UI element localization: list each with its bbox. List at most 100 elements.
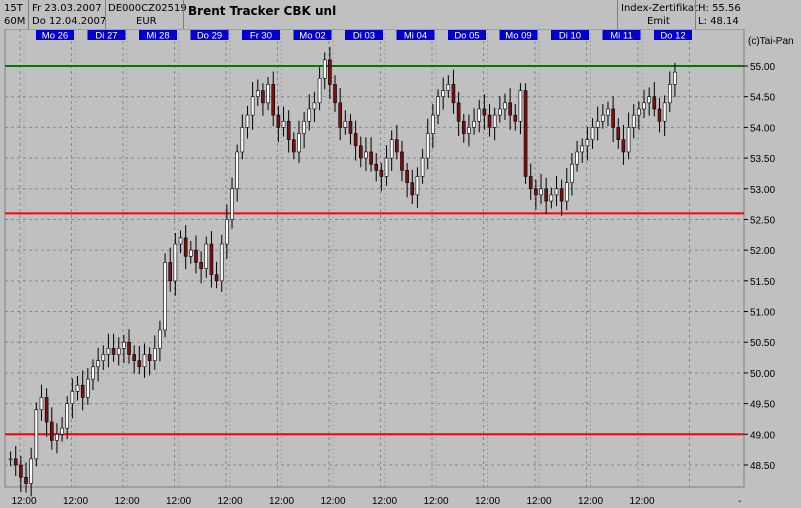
candle-body — [147, 354, 152, 361]
candle-body — [240, 127, 245, 153]
day-label: Mo 26 — [36, 30, 74, 42]
candle-body — [498, 108, 502, 116]
day-label: Mi 28 — [139, 30, 177, 42]
candle-body — [39, 397, 44, 411]
day-label: Mo 09 — [499, 30, 538, 42]
candle-body — [575, 151, 579, 165]
candle-body — [75, 384, 80, 392]
day-label-text: Di 03 — [353, 31, 375, 42]
candle-body — [353, 133, 358, 147]
candle-body — [307, 108, 312, 122]
x-tick-label: 12:00 — [269, 496, 294, 507]
candle-body — [255, 90, 260, 97]
day-label: Do 29 — [190, 30, 229, 42]
high-value: H: 55.56 — [698, 3, 741, 14]
candle-body — [276, 114, 281, 128]
y-tick-label: 53.50 — [750, 154, 775, 165]
candle-body — [297, 133, 301, 153]
candle-body — [24, 476, 28, 484]
candle-body — [34, 409, 39, 460]
candle-body — [482, 108, 487, 116]
day-label: Mo 02 — [293, 30, 332, 42]
instrument-title: Brent Tracker CBK unl — [188, 4, 337, 18]
day-label-text: Do 05 — [454, 31, 479, 42]
x-axis-end-dash: - — [738, 496, 741, 507]
day-label-text: Mi 11 — [610, 31, 633, 42]
isin: DE000CZ02519 — [108, 3, 187, 14]
candle-body — [142, 354, 147, 368]
candle-body — [508, 102, 512, 116]
candle-body — [199, 262, 203, 269]
candle-body — [549, 194, 554, 202]
copyright-label: (c)Tai-Pan — [748, 36, 794, 47]
candle-body — [420, 157, 425, 177]
day-label: Do 05 — [448, 30, 486, 42]
y-tick-label: 51.00 — [750, 308, 775, 319]
candle-body — [65, 403, 70, 429]
day-label: Do 12 — [654, 30, 692, 42]
candle-body — [158, 329, 162, 349]
candle-body — [436, 96, 440, 116]
candle-body — [410, 182, 415, 196]
candle-body — [477, 108, 482, 122]
candle-body — [662, 102, 667, 122]
candle-body — [606, 108, 610, 116]
candle-body — [266, 84, 270, 104]
candle-body — [60, 427, 64, 435]
candle-body — [137, 360, 142, 368]
candle — [34, 402, 39, 467]
candle-body — [44, 397, 49, 423]
candle-body — [338, 102, 342, 128]
x-tick-label: 12:00 — [114, 496, 139, 507]
interval-top: 15T — [4, 3, 23, 14]
chart-header: 15T 60M Fr 23.03.2007 Do 12.04.2007 DE00… — [0, 0, 801, 30]
candle-body — [312, 102, 317, 110]
x-tick-label: 12:00 — [11, 496, 36, 507]
candle-body — [534, 188, 538, 196]
x-tick-label: 12:00 — [372, 496, 397, 507]
candle-body — [271, 84, 276, 116]
y-tick-label: 51.50 — [750, 277, 775, 288]
x-tick-label: 12:00 — [526, 496, 551, 507]
candle-body — [348, 120, 353, 134]
candle-body — [657, 108, 662, 122]
day-label-text: Mo 26 — [42, 31, 68, 42]
candle-body — [189, 249, 193, 257]
candle-body — [379, 170, 384, 177]
candle-body — [214, 274, 219, 282]
candle-body — [389, 139, 394, 159]
candle-body — [183, 237, 188, 257]
candle-body — [292, 139, 296, 153]
candle-body — [652, 96, 657, 110]
candle-body — [580, 145, 585, 153]
day-label-text: Mo 09 — [505, 31, 531, 42]
candle-body — [595, 120, 600, 128]
day-label-text: Fr 30 — [250, 31, 272, 42]
candle-body — [503, 102, 507, 110]
date-from: Fr 23.03.2007 — [32, 3, 102, 14]
candle-body — [384, 157, 389, 177]
y-tick-label: 49.00 — [750, 430, 775, 441]
day-label: Di 27 — [87, 30, 126, 42]
candle-body — [601, 114, 605, 122]
candle-body — [49, 421, 54, 441]
x-tick-label: 12:00 — [423, 496, 448, 507]
candle-body — [564, 182, 569, 202]
day-label: Fr 30 — [242, 30, 280, 42]
x-tick-label: 12:00 — [475, 496, 500, 507]
candle-body — [302, 120, 306, 134]
y-tick-label: 54.00 — [750, 123, 775, 134]
candle-body — [626, 127, 631, 153]
day-label-text: Do 12 — [660, 31, 685, 42]
y-tick-label: 52.00 — [750, 246, 775, 257]
candle-body — [173, 243, 178, 282]
candle-body — [647, 96, 651, 104]
day-label-text: Mi 04 — [404, 31, 427, 42]
candle-body — [106, 348, 111, 355]
candle-body — [441, 90, 445, 97]
candle-body — [127, 341, 131, 355]
day-label: Di 10 — [551, 30, 589, 42]
candle-body — [91, 366, 95, 380]
candle-body — [369, 151, 373, 165]
x-tick-label: 12:00 — [166, 496, 191, 507]
